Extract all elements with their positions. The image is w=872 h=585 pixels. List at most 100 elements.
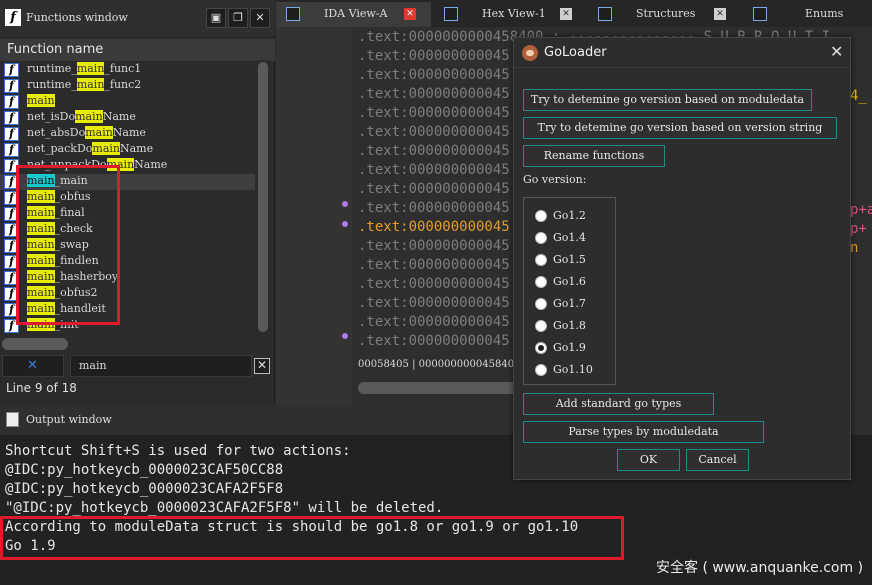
- add-standard-types-button[interactable]: Add standard go types: [523, 393, 714, 415]
- function-name-prefix: net_packDo: [27, 142, 93, 155]
- radio-circle[interactable]: [535, 210, 547, 222]
- disassembly-line[interactable]: .text:000000000045: [358, 314, 510, 333]
- disassembly-line[interactable]: .text:000000000045: [358, 162, 510, 181]
- tab-label: Hex View-1: [482, 7, 546, 20]
- function-icon: f: [4, 79, 19, 93]
- close-tab-icon[interactable]: ✕: [714, 8, 726, 20]
- radio-circle[interactable]: [535, 276, 547, 288]
- disassembly-line[interactable]: .text:000000000045: [358, 219, 510, 238]
- hex-view-icon: [444, 7, 458, 21]
- ok-button[interactable]: OK: [617, 449, 680, 471]
- column-header-function-name[interactable]: Function name: [0, 39, 275, 61]
- search-match-highlight: main: [85, 126, 113, 139]
- disassembly-line[interactable]: .text:000000000045: [358, 86, 510, 105]
- close-window-button[interactable]: ✕: [250, 8, 270, 28]
- cancel-button[interactable]: Cancel: [686, 449, 749, 471]
- arrow-gutter: [276, 27, 352, 405]
- disassembly-line[interactable]: .text:000000000045: [358, 276, 510, 295]
- search-match-highlight: main: [75, 110, 103, 123]
- go-version-label: Go version:: [523, 173, 587, 186]
- parse-types-button[interactable]: Parse types by moduledata: [523, 421, 764, 443]
- breakpoint-dot: [342, 333, 348, 339]
- function-name-prefix: net_isDo: [27, 110, 76, 123]
- search-match-highlight: main: [27, 94, 55, 107]
- radio-label: Go1.4: [553, 231, 586, 244]
- output-window-title: Output window: [26, 413, 112, 426]
- breakpoint-dot: [342, 201, 348, 207]
- code-fragment: p+a: [850, 202, 872, 218]
- search-match-highlight: main: [92, 142, 120, 155]
- close-tab-icon[interactable]: ✕: [560, 8, 572, 20]
- dialog-titlebar[interactable]: GoLoader ✕: [514, 38, 850, 68]
- structures-icon: [598, 7, 612, 21]
- tab-structures[interactable]: Structures ✕: [588, 2, 738, 27]
- tab-enums[interactable]: Enums: [743, 2, 872, 27]
- disassembly-line[interactable]: .text:000000000045: [358, 143, 510, 162]
- function-name-suffix: Name: [119, 142, 154, 155]
- output-line: @IDC:py_hotkeycb_0000023CAFA2F5F8: [5, 481, 284, 497]
- disassembly-line[interactable]: .text:000000000045: [358, 295, 510, 314]
- disassembly-line[interactable]: .text:000000000045: [358, 181, 510, 200]
- float-window-button[interactable]: ▣: [206, 8, 226, 28]
- disassembly-line[interactable]: .text:000000000045: [358, 200, 510, 219]
- breakpoint-dot: [342, 221, 348, 227]
- function-name-prefix: runtime_: [27, 62, 77, 75]
- function-list-horizontal-scrollbar[interactable]: [2, 338, 68, 350]
- disassembly-line[interactable]: .text:000000000045: [358, 238, 510, 257]
- rename-functions-button[interactable]: Rename functions: [523, 145, 665, 167]
- close-search-button[interactable]: ✕: [254, 358, 270, 374]
- function-name: net_absDomainName: [27, 126, 146, 139]
- code-fragment: 4_: [850, 88, 867, 104]
- disassembly-line[interactable]: .text:000000000045: [358, 333, 510, 352]
- disassembly-line[interactable]: .text:000000000045: [358, 67, 510, 86]
- disassembly-line[interactable]: .text:000000000045: [358, 257, 510, 276]
- search-clear-area[interactable]: ✕: [2, 355, 64, 377]
- function-list-item[interactable]: f net_absDomainName: [0, 126, 255, 142]
- search-input[interactable]: main: [70, 355, 252, 377]
- go-version-radio-group: Go1.2 Go1.4 Go1.5 Go1.6 Go1.7 Go1.8 Go1.…: [523, 197, 616, 385]
- function-list-item[interactable]: f runtime_main_func2: [0, 78, 255, 94]
- radio-label: Go1.7: [553, 297, 586, 310]
- search-input-value: main: [79, 359, 107, 372]
- detect-version-string-button[interactable]: Try to detemine go version based on vers…: [523, 117, 837, 139]
- functions-window-titlebar[interactable]: f Functions window ▣ ❐ ✕: [0, 0, 275, 36]
- search-bar: ✕ main ✕: [0, 355, 275, 377]
- goloader-dialog: GoLoader ✕ Try to detemine go version ba…: [513, 37, 851, 480]
- function-list-item[interactable]: f main: [0, 94, 255, 110]
- search-match-highlight: main: [76, 78, 105, 91]
- highlight-box-functions: [16, 165, 120, 325]
- function-name-prefix: net_absDo: [27, 126, 86, 139]
- radio-circle[interactable]: [535, 232, 547, 244]
- scrollbar-thumb[interactable]: [258, 62, 268, 332]
- function-list-vertical-scrollbar[interactable]: [256, 60, 270, 335]
- function-name: main: [27, 94, 55, 107]
- radio-circle[interactable]: [535, 298, 547, 310]
- detect-version-moduledata-button[interactable]: Try to detemine go version based on modu…: [523, 89, 812, 111]
- function-name-suffix: _func1: [104, 62, 142, 75]
- functions-window: f Functions window ▣ ❐ ✕ Function name f…: [0, 0, 275, 405]
- function-name-suffix: Name: [134, 158, 168, 171]
- restore-window-button[interactable]: ❐: [228, 8, 248, 28]
- tab-label: Enums: [805, 7, 844, 20]
- clear-search-icon[interactable]: ✕: [27, 358, 38, 373]
- radio-circle[interactable]: [535, 320, 547, 332]
- dialog-title: GoLoader: [544, 45, 607, 60]
- radio-circle-selected[interactable]: [535, 342, 547, 354]
- radio-circle[interactable]: [535, 364, 547, 376]
- disassembly-line[interactable]: .text:000000000045: [358, 124, 510, 143]
- function-list-item[interactable]: f net_isDomainName: [0, 110, 255, 126]
- column-header-label: Function name: [7, 42, 104, 57]
- close-tab-icon[interactable]: ✕: [404, 8, 416, 20]
- function-list-item[interactable]: f runtime_main_func1: [0, 62, 255, 78]
- radio-circle[interactable]: [535, 254, 547, 266]
- disassembly-line[interactable]: .text:000000000045: [358, 105, 510, 124]
- tab-ida-view-a[interactable]: IDA View-A ✕: [276, 2, 431, 27]
- function-list-item[interactable]: f net_packDomainName: [0, 142, 255, 158]
- radio-label: Go1.9: [553, 341, 586, 354]
- close-dialog-icon[interactable]: ✕: [830, 42, 843, 61]
- tab-hex-view-1[interactable]: Hex View-1 ✕: [434, 2, 584, 27]
- disassembly-line[interactable]: .text:000000000045: [358, 48, 510, 67]
- output-line: @IDC:py_hotkeycb_0000023CAF50CC88: [5, 462, 284, 478]
- tab-label: Structures: [636, 7, 696, 20]
- enums-icon: [753, 7, 767, 21]
